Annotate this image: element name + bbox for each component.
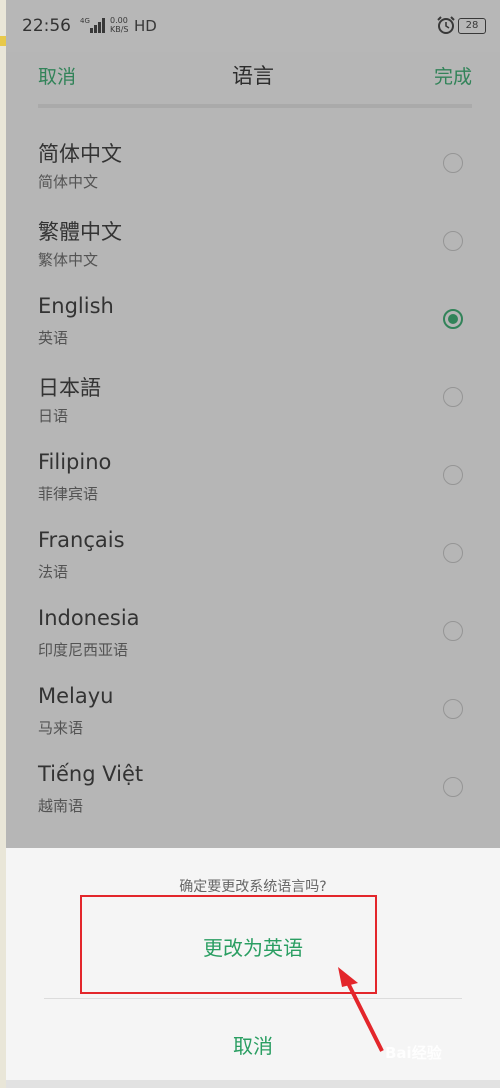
dialog-prompt: 确定要更改系统语言吗?	[179, 879, 327, 895]
modal-dim-overlay[interactable]	[6, 0, 500, 848]
bottom-edge	[6, 1080, 500, 1088]
dialog-divider	[44, 998, 462, 999]
watermark: Bai经验	[385, 1044, 442, 1062]
screenshot-frame: 22:56 4G 0.00 KB/S HD 28 取消 语言 完成 简体中文 简…	[0, 0, 500, 1088]
annotation-arrow-icon	[338, 967, 384, 1052]
